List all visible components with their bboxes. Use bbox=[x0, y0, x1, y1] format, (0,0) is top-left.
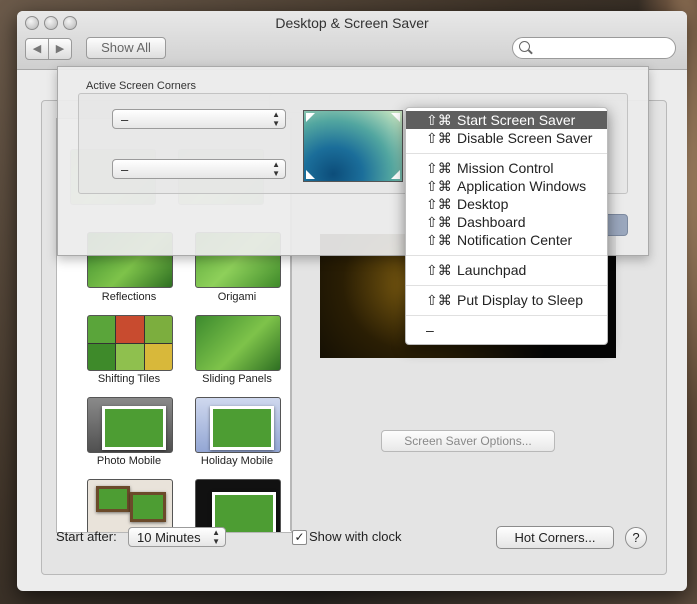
search-field[interactable] bbox=[512, 37, 676, 59]
forward-button[interactable]: ▶ bbox=[48, 38, 72, 60]
start-after-label: Start after: bbox=[56, 529, 117, 544]
screen-saver-thumb-vintage-prints[interactable] bbox=[87, 479, 173, 532]
bottom-left-corner-marker bbox=[306, 170, 315, 179]
window-title: Desktop & Screen Saver bbox=[275, 15, 429, 31]
menu-item-launchpad[interactable]: ⇧⌘ Launchpad bbox=[406, 261, 607, 279]
menu-separator bbox=[406, 285, 607, 286]
menu-item-none[interactable]: – bbox=[406, 321, 607, 339]
menu-item-start-screen-saver[interactable]: ⇧⌘ Start Screen Saver bbox=[406, 111, 607, 129]
photo-card bbox=[96, 486, 130, 512]
screen-saver-label: Reflections bbox=[101, 291, 157, 303]
start-after-value: 10 Minutes bbox=[137, 530, 201, 545]
titlebar: Desktop & Screen Saver ◀ ▶ Show All bbox=[17, 11, 687, 70]
screen-saver-thumb-sliding-panels[interactable] bbox=[195, 315, 281, 371]
top-left-corner-marker bbox=[306, 113, 315, 122]
screen-saver-thumb-shifting-tiles[interactable] bbox=[87, 315, 173, 371]
back-button[interactable]: ◀ bbox=[25, 38, 49, 60]
search-icon bbox=[519, 41, 530, 52]
corner-action-menu: ⇧⌘ Start Screen Saver ⇧⌘ Disable Screen Sa… bbox=[405, 107, 608, 345]
photo-card bbox=[102, 406, 166, 450]
top-right-corner-marker bbox=[391, 113, 400, 122]
popup-arrows-icon: ▲ ▼ bbox=[272, 110, 280, 128]
menu-item-application-windows[interactable]: ⇧⌘ Application Windows bbox=[406, 177, 607, 195]
screen-saver-thumb-photo-mobile[interactable] bbox=[87, 397, 173, 453]
menu-item-notification-center[interactable]: ⇧⌘ Notification Center bbox=[406, 231, 607, 249]
screen-saver-label: Shifting Tiles bbox=[97, 373, 161, 385]
popup-arrows-icon: ▲ ▼ bbox=[212, 528, 220, 546]
menu-item-dashboard[interactable]: ⇧⌘ Dashboard bbox=[406, 213, 607, 231]
menu-separator bbox=[406, 315, 607, 316]
menu-item-disable-screen-saver[interactable]: ⇧⌘ Disable Screen Saver bbox=[406, 129, 607, 147]
help-button[interactable]: ? bbox=[625, 527, 647, 549]
screen-saver-thumb-classic[interactable] bbox=[195, 479, 281, 532]
menu-item-mission-control[interactable]: ⇧⌘ Mission Control bbox=[406, 159, 607, 177]
screen-saver-options-button[interactable]: Screen Saver Options... bbox=[381, 430, 555, 452]
bottom-left-corner-popup[interactable]: – ▲ ▼ bbox=[112, 159, 286, 179]
screen-saver-label: Holiday Mobile bbox=[200, 455, 274, 467]
photo-card bbox=[130, 492, 166, 522]
show-all-button[interactable]: Show All bbox=[86, 37, 166, 59]
bottom-left-corner-value: – bbox=[121, 162, 129, 177]
hot-corners-button[interactable]: Hot Corners... bbox=[496, 526, 614, 549]
show-with-clock-checkbox[interactable]: ✓ bbox=[292, 530, 307, 545]
popup-arrows-icon: ▲ ▼ bbox=[272, 160, 280, 178]
screen-saver-label: Origami bbox=[217, 291, 257, 303]
screen-saver-label: Photo Mobile bbox=[96, 455, 162, 467]
photo-card bbox=[210, 406, 274, 450]
menu-separator bbox=[406, 255, 607, 256]
menu-separator bbox=[406, 153, 607, 154]
menu-item-desktop[interactable]: ⇧⌘ Desktop bbox=[406, 195, 607, 213]
menu-item-put-display-to-sleep[interactable]: ⇧⌘ Put Display to Sleep bbox=[406, 291, 607, 309]
bottom-right-corner-marker bbox=[391, 170, 400, 179]
screen-saver-thumb-holiday-mobile[interactable] bbox=[195, 397, 281, 453]
desktop-corners-preview bbox=[303, 110, 403, 182]
top-left-corner-value: – bbox=[121, 112, 129, 127]
start-after-popup[interactable]: 10 Minutes ▲ ▼ bbox=[128, 527, 226, 547]
top-left-corner-popup[interactable]: – ▲ ▼ bbox=[112, 109, 286, 129]
screen-saver-label: Sliding Panels bbox=[202, 373, 272, 385]
sheet-title: Active Screen Corners bbox=[86, 80, 197, 92]
show-with-clock-label: Show with clock bbox=[309, 529, 402, 544]
